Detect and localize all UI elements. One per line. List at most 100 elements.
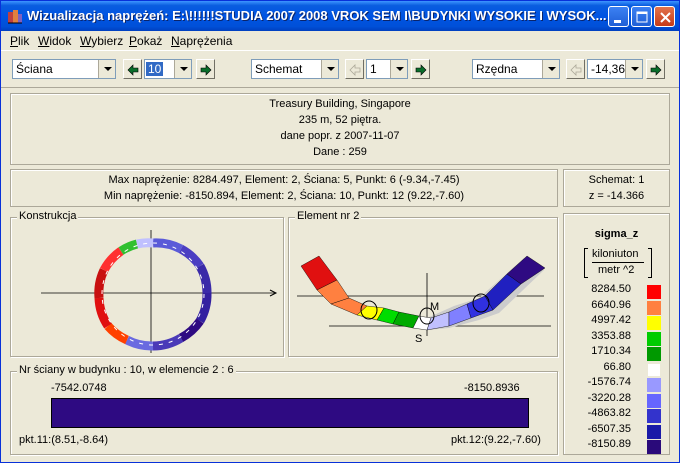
- scale-swatch: [647, 378, 661, 392]
- scale-value: 6640.96: [591, 298, 631, 311]
- info-building-name: Treasury Building, Singapore: [269, 98, 411, 110]
- scale-value: -6507.35: [587, 422, 631, 435]
- wall-number-value: 10: [146, 62, 164, 76]
- color-scale-panel: sigma_z kiloniuton metr ^2 8284.50 6640.9…: [563, 213, 670, 455]
- scale-value: -8150.89: [587, 438, 631, 450]
- scale-value: -3220.28: [587, 391, 631, 404]
- chevron-down-icon[interactable]: [390, 60, 407, 78]
- scale-value: 3353.88: [591, 329, 631, 342]
- menu-naprezenia[interactable]: Naprężenia: [171, 34, 232, 48]
- schema-number-select[interactable]: 1: [366, 59, 408, 79]
- wall-right-value: -8150.8936: [464, 382, 520, 394]
- arrow-right-icon: [415, 64, 427, 76]
- scale-row: 4997.42: [564, 314, 669, 330]
- max-stress-text: Max naprężenie: 8284.497, Element: 2, Śc…: [108, 174, 460, 186]
- scale-row: 8284.50: [564, 283, 669, 299]
- ordinate-select[interactable]: Rzędna: [472, 59, 560, 79]
- close-button[interactable]: [654, 6, 675, 27]
- stress-info-panel: Max naprężenie: 8284.497, Element: 2, Śc…: [10, 169, 558, 207]
- menu-widok[interactable]: Widok: [38, 34, 71, 48]
- schema-select[interactable]: Schemat: [251, 59, 339, 79]
- arrow-right-icon: [650, 64, 662, 76]
- wall-next-button[interactable]: [196, 59, 215, 79]
- scale-row: 66.80: [564, 361, 669, 377]
- chevron-down-icon[interactable]: [321, 60, 338, 78]
- scale-swatch: [647, 393, 661, 408]
- arrow-left-icon: [349, 64, 361, 76]
- point-s-label: S: [415, 333, 422, 345]
- menu-plik[interactable]: Plik: [10, 34, 29, 48]
- scale-row: -1576.74: [564, 376, 669, 392]
- window-title: Wizualizacja naprężeń: E:\!!!!!!STUDIA 2…: [27, 8, 607, 23]
- toolbar: Ściana 10 Schemat 1 Rzędna -14,366: [1, 50, 679, 88]
- element-view: Element nr 2 M S: [288, 210, 558, 357]
- scale-swatch: [647, 285, 661, 299]
- building-info-panel: Treasury Building, Singapore 235 m, 52 p…: [10, 93, 670, 165]
- chevron-down-icon[interactable]: [542, 60, 559, 78]
- chevron-down-icon[interactable]: [625, 60, 642, 78]
- app-icon: [8, 10, 22, 24]
- construction-view: Konstrukcja: [10, 210, 284, 357]
- schema-value: Schemat: [255, 62, 303, 76]
- scale-row: -8150.89: [564, 438, 669, 454]
- application-window: Wizualizacja naprężeń: E:\!!!!!!STUDIA 2…: [0, 0, 680, 463]
- view-type-select[interactable]: Ściana: [12, 59, 116, 79]
- title-bar[interactable]: Wizualizacja naprężeń: E:\!!!!!!STUDIA 2…: [1, 1, 679, 31]
- chevron-down-icon[interactable]: [174, 60, 191, 78]
- scale-value: 4997.42: [591, 314, 631, 326]
- scale-swatch: [647, 409, 661, 423]
- arrow-right-icon: [200, 64, 212, 76]
- menu-bar: Plik Widok Wybierz Pokaż Naprężenia: [1, 31, 679, 50]
- z-info-text: z = -14.366: [588, 190, 645, 202]
- minimize-icon: [614, 20, 621, 23]
- menu-wybierz[interactable]: Wybierz: [80, 34, 123, 48]
- scale-swatch: [647, 316, 661, 330]
- scale-swatch: [647, 300, 661, 315]
- menu-pokaz[interactable]: Pokaż: [129, 34, 162, 48]
- chevron-down-icon[interactable]: [98, 60, 115, 78]
- schema-number-value: 1: [370, 62, 377, 76]
- scale-row: 3353.88: [564, 329, 669, 346]
- wall-right-point: pkt.12:(9.22,-7.60): [451, 434, 541, 446]
- wall-left-value: -7542.0748: [51, 382, 107, 394]
- unit-denominator: metr ^2: [598, 264, 635, 276]
- minimize-button[interactable]: [608, 6, 629, 27]
- scale-row: 1710.34: [564, 345, 669, 361]
- view-type-value: Ściana: [16, 62, 53, 76]
- wall-left-point: pkt.11:(8.51,-8.64): [19, 434, 109, 446]
- ordinate-value-label: Rzędna: [476, 62, 518, 76]
- scale-swatch: [647, 440, 661, 454]
- scale-swatch: [647, 347, 661, 361]
- schema-next-button[interactable]: [411, 59, 430, 79]
- info-height: 235 m, 52 piętra.: [298, 114, 382, 126]
- scale-value: 8284.50: [591, 283, 631, 295]
- info-date: dane popr. z 2007-11-07: [280, 130, 400, 142]
- wall-number-select[interactable]: 10: [144, 59, 192, 79]
- unit-numerator: kiloniuton: [592, 248, 639, 260]
- ordinate-prev-button[interactable]: [566, 59, 585, 79]
- info-data: Dane : 259: [313, 146, 367, 158]
- schema-info-text: Schemat: 1: [588, 174, 645, 186]
- maximize-icon: [636, 11, 648, 23]
- scale-value: -4863.82: [587, 407, 631, 419]
- wall-detail-view: Nr ściany w budynku : 10, w elemencie 2 …: [10, 364, 558, 455]
- arrow-left-icon: [570, 64, 582, 76]
- ordinate-number-select[interactable]: -14,366: [587, 59, 643, 79]
- scale-swatch: [647, 424, 661, 439]
- scale-row: -4863.82: [564, 407, 669, 423]
- scale-title: sigma_z: [594, 228, 639, 240]
- maximize-button[interactable]: [631, 6, 652, 27]
- scale-row: -6507.35: [564, 422, 669, 439]
- scale-swatch: [647, 362, 661, 377]
- ordinate-next-button[interactable]: [646, 59, 665, 79]
- schema-info-panel: Schemat: 1 z = -14.366: [563, 169, 670, 207]
- element-drawing[interactable]: M S: [289, 218, 557, 356]
- schema-prev-button[interactable]: [345, 59, 364, 79]
- wall-detail-label: Nr ściany w budynku : 10, w elemencie 2 …: [17, 364, 236, 376]
- scale-row: -3220.28: [564, 391, 669, 408]
- construction-drawing[interactable]: [11, 218, 283, 356]
- arrow-left-icon: [127, 64, 139, 76]
- scale-value: 1710.34: [591, 345, 631, 357]
- scale-swatch: [647, 331, 661, 346]
- wall-prev-button[interactable]: [123, 59, 142, 79]
